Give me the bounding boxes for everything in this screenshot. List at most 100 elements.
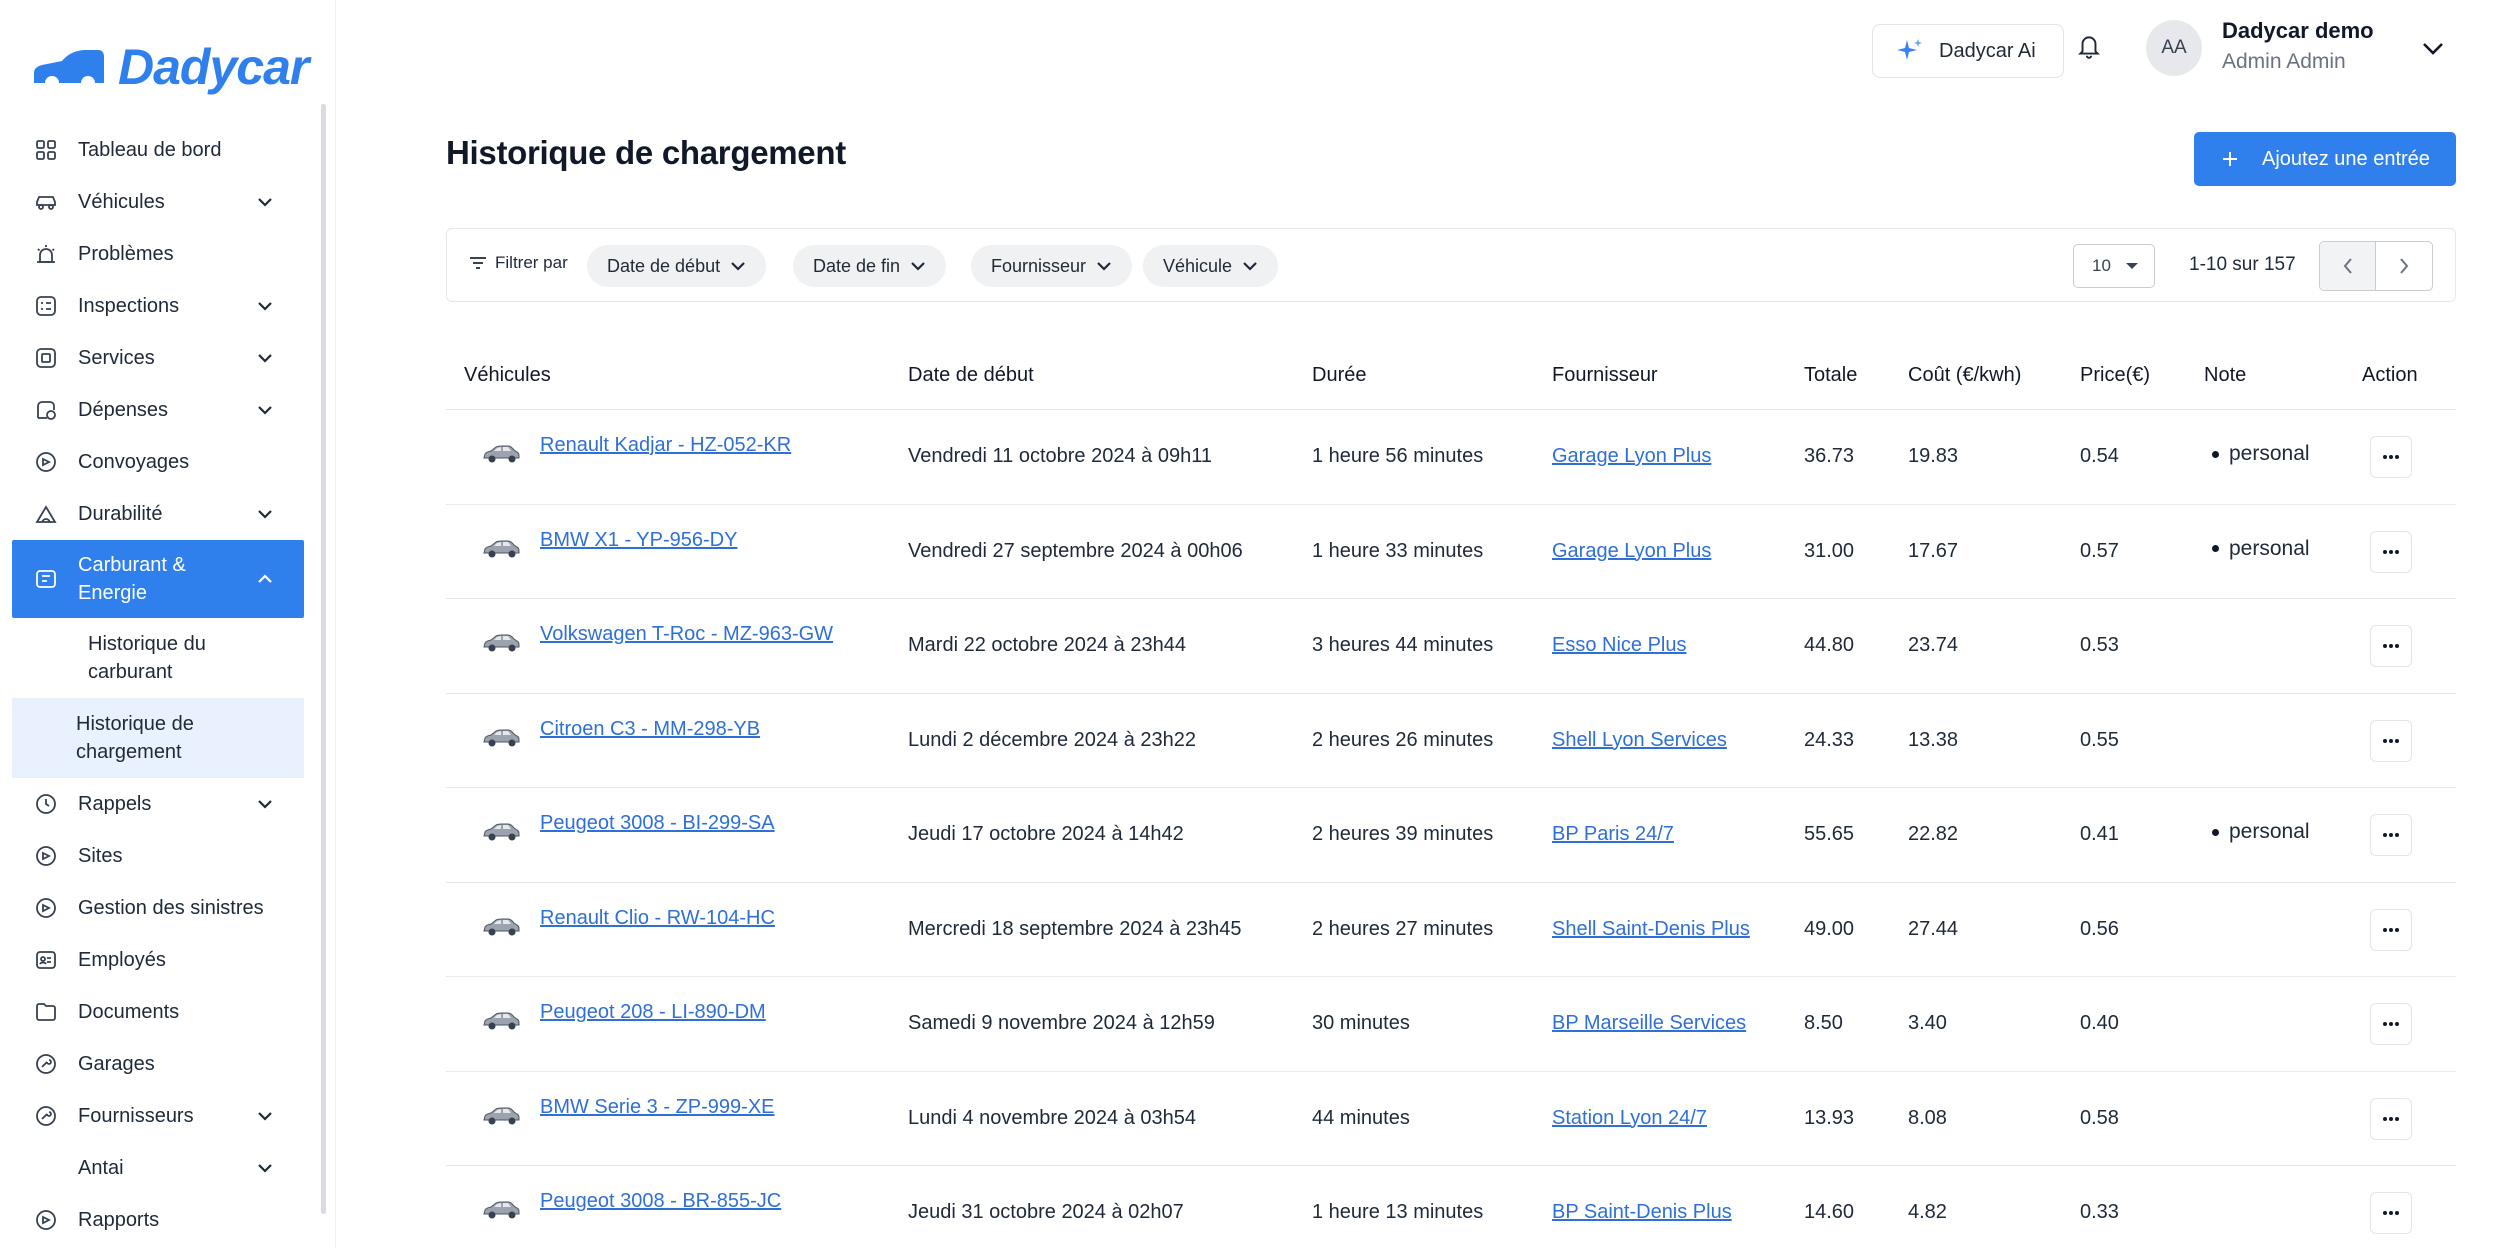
sidebar-item-sites[interactable]: Sites [0,830,320,882]
bell-icon[interactable] [2076,32,2102,60]
row-actions-button[interactable] [2370,1003,2412,1045]
chevron-down-icon [911,262,925,271]
supplier-link[interactable]: Garage Lyon Plus [1552,445,1711,468]
filter-chip-start-date[interactable]: Date de début [587,245,767,287]
supplier-link[interactable]: Esso Nice Plus [1552,634,1687,657]
vehicle-link[interactable]: Renault Kadjar - HZ-052-KR [540,434,791,457]
car-thumbnail-icon [483,918,520,935]
cost-cell: 22.82 [1908,823,1959,845]
vehicle-link[interactable]: Peugeot 3008 - BR-855-JC [540,1190,781,1213]
sidebar-subitem-fuel-history[interactable]: Historique du carburant [12,618,304,698]
pagination-info: 1-10 sur 157 [2189,254,2296,275]
sidebar-item-sustainability[interactable]: Durabilité [0,488,320,540]
row-actions-button[interactable] [2370,814,2412,856]
chevron-down-icon[interactable] [2420,38,2446,58]
row-actions-button[interactable] [2370,1192,2412,1234]
note-text: personal [2229,536,2310,560]
more-horizontal-icon [2383,833,2399,837]
supplier-link[interactable]: Shell Lyon Services [1552,729,1727,752]
dashboard-icon [32,136,60,164]
car-icon [32,188,60,216]
sidebar-item-documents[interactable]: Documents [0,986,320,1038]
filter-by[interactable]: Filtrer par [469,253,568,273]
vehicle-link[interactable]: Renault Clio - RW-104-HC [540,907,775,930]
supplier-link[interactable]: BP Marseille Services [1552,1012,1746,1035]
row-actions-button[interactable] [2370,908,2412,951]
chevron-down-icon[interactable] [256,402,274,418]
cost-cell: 27.44 [1908,917,1959,940]
sidebar-item-dashboard[interactable]: Tableau de bord [0,124,320,176]
sidebar-item-reports[interactable]: Rapports [0,1194,320,1246]
sidebar-item-suppliers[interactable]: Fournisseurs [0,1090,320,1142]
chevron-down-icon[interactable] [256,194,274,210]
sidebar-item-employees[interactable]: Employés [0,934,320,986]
total-cell: 55.65 [1804,823,1855,845]
reports-icon [32,1206,60,1234]
filter-chip-end-date[interactable]: Date de fin [793,245,947,287]
sidebar-item-services[interactable]: Services [0,332,320,384]
chevron-up-icon[interactable] [256,571,274,587]
sites-icon [32,842,60,870]
row-actions-button[interactable] [2370,436,2412,478]
sidebar-item-convoys[interactable]: Convoyages [0,436,320,488]
chevron-down-icon[interactable] [256,1108,274,1124]
add-entry-button[interactable]: Ajoutez une entrée [2194,132,2456,186]
bullet-dot [2212,828,2219,836]
sidebar-item-claims[interactable]: Gestion des sinistres [0,882,320,934]
row-actions-button[interactable] [2370,530,2412,573]
sidebar-item-fuel-energy[interactable]: Carburant & Energie [12,540,304,618]
sidebar-item-label: Fournisseurs [78,1104,194,1127]
dadycar-ai-button[interactable]: Dadycar Ai [1872,24,2064,78]
more-horizontal-icon [2383,455,2399,459]
prev-page-button[interactable] [2320,242,2377,290]
filter-chip-supplier[interactable]: Fournisseur [971,245,1133,287]
vehicle-link[interactable]: Peugeot 208 - LI-890-DM [540,1001,766,1024]
supplier-link[interactable]: Garage Lyon Plus [1552,540,1711,563]
filter-chip-vehicle[interactable]: Véhicule [1143,245,1279,287]
sidebar-subitem-charging-history[interactable]: Historique de chargement [12,698,304,778]
vehicle-link[interactable]: Peugeot 3008 - BI-299-SA [540,812,775,835]
page-title: Historique de chargement [446,134,846,171]
vehicle-link[interactable]: BMW Serie 3 - ZP-999-XE [540,1096,775,1119]
sidebar-item-antai[interactable]: Antai [0,1142,320,1194]
chevron-down-icon [1097,262,1111,271]
next-page-button[interactable] [2376,242,2432,290]
chevron-down-icon[interactable] [256,350,274,366]
sidebar-subitem-label: Historique du carburant [88,633,206,683]
inspection-icon [32,292,60,320]
row-actions-button[interactable] [2370,625,2412,667]
dadycar-logo[interactable]: Dadycar [32,38,309,96]
documents-icon [32,998,60,1026]
chevron-down-icon[interactable] [256,506,274,522]
supplier-link[interactable]: Station Lyon 24/7 [1552,1107,1707,1130]
vehicle-link[interactable]: BMW X1 - YP-956-DY [540,529,737,552]
sidebar-item-problems[interactable]: Problèmes [0,228,320,280]
chevron-down-icon[interactable] [256,298,274,314]
chevron-down-icon[interactable] [256,796,274,812]
sidebar-scrollbar[interactable] [321,104,326,1214]
sidebar-item-inspections[interactable]: Inspections [0,280,320,332]
vehicle-link[interactable]: Volkswagen T-Roc - MZ-963-GW [540,623,833,646]
price-cell: 0.55 [2080,728,2119,751]
supplier-link[interactable]: BP Saint-Denis Plus [1552,1201,1732,1224]
avatar[interactable]: AA [2146,20,2202,76]
total-cell: 8.50 [1804,1012,1843,1034]
chevron-right-icon [2400,258,2409,274]
page-size-select[interactable]: 10 [2073,244,2155,288]
supplier-link[interactable]: Shell Saint-Denis Plus [1552,918,1750,941]
start-date-cell: Lundi 2 décembre 2024 à 23h22 [908,728,1197,751]
vehicle-link[interactable]: Citroen C3 - MM-298-YB [540,718,760,741]
chevron-left-icon [2343,258,2352,274]
car-thumbnail-icon [483,1012,520,1030]
sidebar-item-vehicles[interactable]: Véhicules [0,176,320,228]
sidebar-item-expenses[interactable]: Dépenses [0,384,320,436]
supplier-link[interactable]: BP Paris 24/7 [1552,823,1674,846]
row-actions-button[interactable] [2370,1097,2412,1140]
sidebar-item-label: Sites [78,844,123,867]
sidebar-item-reminders[interactable]: Rappels [0,778,320,830]
chevron-down-icon[interactable] [256,1160,274,1176]
row-actions-button[interactable] [2370,719,2412,762]
table-header: Véhicules Date de début Durée Fournisseu… [446,340,2456,410]
alarm-icon [32,240,60,268]
sidebar-item-garages[interactable]: Garages [0,1038,320,1090]
